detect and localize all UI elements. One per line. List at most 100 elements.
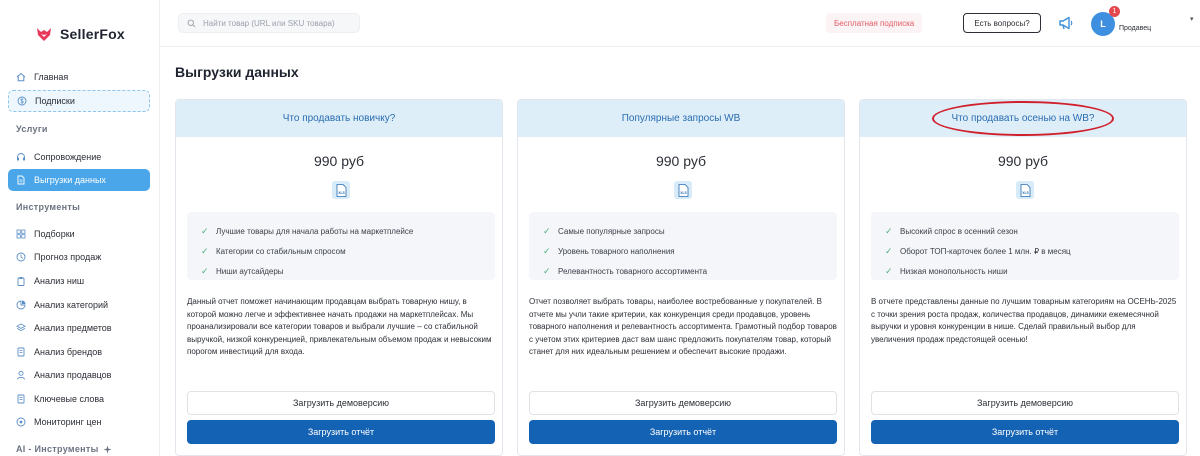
- check-icon: ✓: [543, 225, 551, 236]
- sidebar-item-support[interactable]: Сопровождение: [8, 146, 150, 168]
- check-icon: ✓: [201, 245, 209, 256]
- feature-list: ✓ Лучшие товары для начала работы на марк…: [187, 212, 495, 280]
- monitor-icon: [16, 417, 26, 427]
- feature-item: ✓ Высокий спрос в осенний сезон: [885, 225, 1018, 236]
- feature-item: ✓ Уровень товарного наполнения: [543, 245, 675, 256]
- sidebar-item-collections[interactable]: Подборки: [8, 223, 150, 245]
- sidebar-item-price-monitoring[interactable]: Мониторинг цен: [8, 411, 150, 433]
- section-label-tools: Инструменты: [16, 202, 81, 212]
- download-report-button[interactable]: Загрузить отчёт: [871, 420, 1179, 444]
- sidebar-item-label: Прогноз продаж: [34, 252, 102, 262]
- chevron-down-icon[interactable]: ▾: [1190, 15, 1194, 23]
- user-role: Продавец: [1119, 25, 1152, 32]
- feature-list: ✓ Самые популярные запросы ✓ Уровень товар…: [529, 212, 837, 280]
- feature-item: ✓ Оборот ТОП-карточек более 1 млн. ₽ в ме…: [885, 245, 1071, 256]
- check-icon: ✓: [543, 245, 551, 256]
- pie-icon: [16, 300, 26, 310]
- check-icon: ✓: [201, 225, 209, 236]
- card-title: Что продавать осенью на WB?: [860, 100, 1186, 137]
- sidebar-item-label: Сопровождение: [34, 152, 102, 162]
- svg-text:XLS: XLS: [338, 191, 345, 195]
- user-icon: [16, 370, 26, 380]
- xls-file-icon: XLS: [674, 181, 692, 199]
- svg-text:XLS: XLS: [1022, 191, 1029, 195]
- clipboard-icon: [16, 276, 26, 286]
- sidebar-item-brand-analysis[interactable]: Анализ брендов: [8, 341, 150, 363]
- layers-icon: [16, 323, 26, 333]
- sidebar-item-label: Мониторинг цен: [34, 417, 102, 427]
- check-icon: ✓: [201, 265, 209, 276]
- feature-item: ✓ Низкая монопольность ниши: [885, 265, 1008, 276]
- sidebar-item-label: Анализ категорий: [34, 300, 109, 310]
- support-icon: [16, 152, 26, 162]
- grid-icon: [16, 229, 26, 239]
- report-card-popular-queries: Популярные запросы WB 990 руб XLS ✓ Самые…: [517, 99, 845, 456]
- download-demo-button[interactable]: Загрузить демоверсию: [187, 391, 495, 415]
- card-price: 990 руб: [655, 153, 707, 169]
- doc-icon: [16, 347, 26, 357]
- sidebar-item-sales-forecast[interactable]: Прогноз продаж: [8, 246, 150, 268]
- doc-icon: [16, 394, 26, 404]
- card-description: Отчет позволяет выбрать товары, наиболее…: [529, 297, 837, 357]
- card-price: 990 руб: [313, 153, 365, 169]
- feature-list: ✓ Высокий спрос в осенний сезон ✓ Оборот Т…: [871, 212, 1179, 280]
- sidebar-item-home[interactable]: Главная: [8, 66, 150, 88]
- megaphone-icon[interactable]: [1057, 14, 1075, 32]
- feature-item: ✓ Релевантность товарного ассортимента: [543, 265, 708, 276]
- sidebar-item-label: Подборки: [34, 229, 75, 239]
- report-card-beginner: Что продавать новичку? 990 руб XLS ✓ Лучш…: [175, 99, 503, 456]
- sidebar-item-label: Анализ брендов: [34, 347, 103, 357]
- free-subscription-button[interactable]: Бесплатная подписка: [826, 13, 923, 33]
- sidebar-item-label: Ключевые слова: [34, 394, 105, 404]
- sidebar-item-category-analysis[interactable]: Анализ категорий: [8, 294, 150, 316]
- feature-item: ✓ Лучшие товары для начала работы на марк…: [201, 225, 414, 236]
- download-report-button[interactable]: Загрузить отчёт: [529, 420, 837, 444]
- feature-item: ✓ Категории со стабильным спросом: [201, 245, 346, 256]
- file-icon: [16, 175, 26, 185]
- card-description: В отчете представлены данные по лучшим т…: [871, 297, 1177, 344]
- sidebar-item-label: Подписки: [35, 96, 75, 106]
- sidebar-item-keywords[interactable]: Ключевые слова: [8, 388, 150, 410]
- download-report-button[interactable]: Загрузить отчёт: [187, 420, 495, 444]
- check-icon: ✓: [885, 225, 893, 236]
- highlight-circle: Что продавать осенью на WB?: [931, 101, 1115, 136]
- card-price: 990 руб: [997, 153, 1049, 169]
- download-demo-button[interactable]: Загрузить демоверсию: [871, 391, 1179, 415]
- sidebar-item-label: Анализ ниш: [34, 276, 85, 286]
- card-title: Популярные запросы WB: [518, 100, 844, 137]
- search-icon: [187, 19, 196, 28]
- page-title: Выгрузки данных: [175, 64, 299, 80]
- search-box[interactable]: [178, 13, 360, 33]
- sidebar-item-label: Анализ предметов: [34, 323, 112, 333]
- notification-badge[interactable]: 1: [1109, 6, 1120, 17]
- download-demo-button[interactable]: Загрузить демоверсию: [529, 391, 837, 415]
- feature-item: ✓ Самые популярные запросы: [543, 225, 665, 236]
- brand-name: SellerFox: [60, 26, 125, 42]
- fox-logo-icon: [37, 28, 51, 41]
- sidebar-item-seller-analysis[interactable]: Анализ продавцов: [8, 364, 150, 386]
- dollar-icon: [17, 96, 27, 106]
- sidebar-item-subject-analysis[interactable]: Анализ предметов: [8, 317, 150, 339]
- sidebar-item-subscriptions[interactable]: Подписки: [8, 90, 150, 112]
- report-card-autumn: Что продавать осенью на WB? 990 руб XLS …: [859, 99, 1187, 456]
- xls-file-icon: XLS: [332, 181, 350, 199]
- check-icon: ✓: [543, 265, 551, 276]
- search-input[interactable]: [203, 18, 353, 28]
- section-label-ai: AI - Инструменты: [16, 444, 112, 454]
- sidebar-item-label: Главная: [34, 72, 69, 82]
- sidebar-item-label: Выгрузки данных: [34, 175, 106, 185]
- sparkle-icon: [103, 444, 112, 454]
- sidebar-item-niche-analysis[interactable]: Анализ ниш: [8, 270, 150, 292]
- sidebar-item-label: Анализ продавцов: [34, 370, 112, 380]
- svg-text:XLS: XLS: [680, 191, 687, 195]
- top-bar: Бесплатная подписка Есть вопросы? L 1 Пр…: [160, 0, 1200, 47]
- check-icon: ✓: [885, 265, 893, 276]
- card-title: Что продавать новичку?: [176, 100, 502, 137]
- sidebar-item-data-exports[interactable]: Выгрузки данных: [8, 169, 150, 191]
- xls-file-icon: XLS: [1016, 181, 1034, 199]
- section-label-services: Услуги: [16, 124, 48, 134]
- logo[interactable]: SellerFox: [36, 26, 125, 42]
- questions-button[interactable]: Есть вопросы?: [963, 13, 1041, 33]
- home-icon: [16, 72, 26, 82]
- sidebar: SellerFox Главная Подписки Услуги Сопров…: [0, 0, 160, 456]
